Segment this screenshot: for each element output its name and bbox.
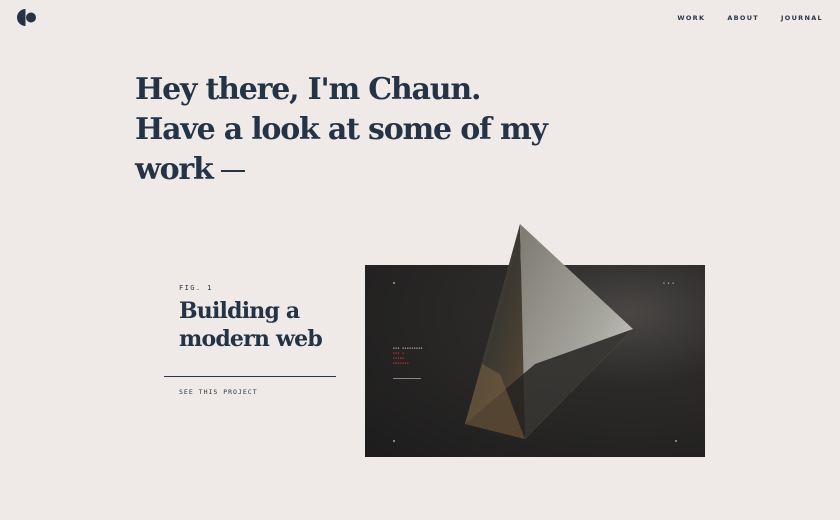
project-title[interactable]: Building a modern web (179, 297, 349, 353)
nav-journal[interactable]: JOURNAL (781, 14, 823, 22)
main-nav: WORK ABOUT JOURNAL (677, 14, 823, 22)
hero-text: Hey there, I'm Chaun. Have a look at som… (135, 72, 548, 187)
divider (164, 376, 336, 377)
hero-headline: Hey there, I'm Chaun. Have a look at som… (135, 70, 555, 190)
see-project-link[interactable]: SEE THIS PROJECT (179, 388, 258, 396)
nav-work[interactable]: WORK (677, 14, 705, 22)
figure-label: FIG. 1 (179, 284, 213, 292)
monogram-logo-icon[interactable] (17, 9, 37, 26)
nav-about[interactable]: ABOUT (727, 14, 759, 22)
hero-dash (220, 170, 245, 172)
pyramid-illustration (465, 224, 633, 439)
